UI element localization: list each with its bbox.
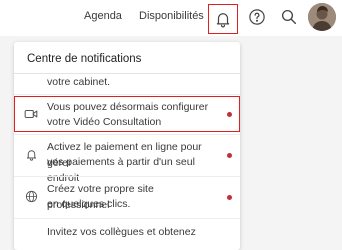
notification-item[interactable]: Invitez vos collègues et obtenez	[14, 220, 240, 250]
search-button[interactable]	[278, 6, 300, 28]
globe-icon	[24, 189, 38, 203]
nav-disponibilites-link[interactable]: Disponibilités	[139, 10, 204, 22]
divider	[14, 218, 240, 219]
notification-text-line2: en quelques clics.	[47, 198, 131, 210]
unread-dot	[227, 195, 232, 200]
notification-item[interactable]: votre cabinet.	[14, 74, 240, 95]
divider	[14, 176, 240, 177]
top-navigation-bar: Agenda Disponibilités	[0, 0, 342, 36]
divider	[14, 94, 240, 95]
panel-title: Centre de notifications	[27, 53, 142, 65]
notifications-panel: Centre de notifications votre cabinet. V…	[14, 42, 240, 250]
help-button[interactable]	[246, 6, 268, 28]
divider	[14, 134, 240, 135]
unread-dot	[227, 153, 232, 158]
notification-text-line2: votre Vidéo Consultation	[47, 116, 162, 128]
unread-dot	[227, 112, 232, 117]
bell-icon	[24, 147, 38, 161]
avatar-image	[308, 3, 336, 31]
video-camera-icon	[24, 107, 38, 121]
nav-agenda-link[interactable]: Agenda	[84, 10, 122, 22]
notification-item-site-professionnel[interactable]: Créez votre propre site professionnel en…	[14, 178, 240, 216]
notification-text: Invitez vos collègues et obtenez	[47, 226, 196, 238]
notification-text-line1: Vous pouvez désormais configurer	[47, 101, 209, 113]
notification-text: votre cabinet.	[47, 76, 111, 88]
search-icon	[281, 9, 297, 25]
notification-item-paiement[interactable]: Activez le paiement en ligne pour gérer …	[14, 136, 240, 184]
user-avatar[interactable]	[308, 3, 336, 31]
notifications-button[interactable]	[208, 4, 238, 34]
help-icon	[249, 9, 265, 25]
bell-icon	[216, 13, 230, 28]
notification-item-video-consultation[interactable]: Vous pouvez désormais configurer votre V…	[14, 96, 240, 132]
